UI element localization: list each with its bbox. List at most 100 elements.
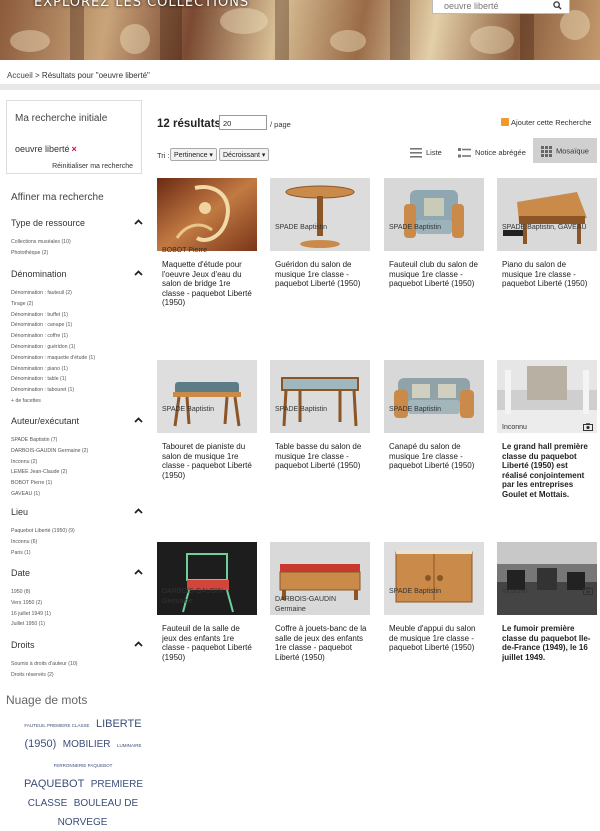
facet-title-text: Lieu xyxy=(11,507,29,517)
facet-option[interactable]: Dénomination : guéridon (1) xyxy=(11,342,143,353)
facet-title[interactable]: Type de ressource xyxy=(11,218,143,230)
result-card[interactable]: Canapé du salon de musique 1re classe - … xyxy=(384,360,484,471)
facet-option[interactable]: Dénomination : tabouret (1) xyxy=(11,385,143,396)
result-title[interactable]: Le fumoir première classe du paquebot Il… xyxy=(497,624,597,662)
cloud-word-link[interactable]: FERRONNERIE PAQUEBOT xyxy=(54,763,113,768)
chevron-up-icon[interactable] xyxy=(134,270,143,276)
facet-title[interactable]: Auteur/exécutant xyxy=(11,416,143,428)
facet-option[interactable]: 16 juillet 1949 (1) xyxy=(11,609,143,620)
facet-option[interactable]: 1950 (8) xyxy=(11,587,143,598)
facet-option[interactable]: Dénomination : table (1) xyxy=(11,374,143,385)
result-title[interactable]: Tabouret de pianiste du salon de musique… xyxy=(157,442,257,480)
facet-option[interactable]: DARBOIS-GAUDIN Germaine (2) xyxy=(11,446,143,457)
cloud-word-link[interactable]: (1950) xyxy=(24,738,56,750)
result-title[interactable]: Maquette d'étude pour l'oeuvre Jeux d'ea… xyxy=(157,260,257,308)
result-title[interactable]: Fauteuil club du salon de musique 1re cl… xyxy=(384,260,484,289)
result-title[interactable]: Meuble d'appui du salon de musique 1re c… xyxy=(384,624,484,653)
facet-option[interactable]: Inconnu (6) xyxy=(11,537,143,548)
facet-option[interactable]: Dénomination : maquette d'étude (1) xyxy=(11,353,143,364)
result-title[interactable]: Canapé du salon de musique 1re classe - … xyxy=(384,442,484,471)
cloud-word-link[interactable]: BOULEAU DE NORVEGE xyxy=(58,798,139,828)
facet-option[interactable]: Dénomination : canape (1) xyxy=(11,320,143,331)
search-input-value: oeuvre liberté xyxy=(444,1,499,11)
facet-title[interactable]: Lieu xyxy=(11,507,143,519)
result-thumbnail[interactable] xyxy=(497,178,597,251)
result-author: SPADE Baptistin xyxy=(389,224,442,231)
result-card[interactable]: Piano du salon de musique 1re classe - p… xyxy=(497,178,597,289)
chevron-up-icon[interactable] xyxy=(134,417,143,423)
facet-option[interactable]: Dénomination : piano (1) xyxy=(11,364,143,375)
cloud-word-link[interactable]: LIBERTE xyxy=(96,718,142,730)
facet-group: Date 1950 (8) Vers 1950 (2) 16 juillet 1949… xyxy=(11,568,143,630)
facet-title-text: Date xyxy=(11,568,31,578)
result-title[interactable]: Fauteuil de la salle de jeux des enfants… xyxy=(157,624,257,662)
facet-option[interactable]: Paris (1) xyxy=(11,548,143,559)
result-title[interactable]: Le grand hall première classe du paquebo… xyxy=(497,442,597,500)
cloud-word-link[interactable]: MOBILIER xyxy=(63,739,111,750)
facet-option[interactable]: Vers 1950 (2) xyxy=(11,598,143,609)
facet-title[interactable]: Date xyxy=(11,568,143,580)
site-title[interactable]: EXPLOREZ LES COLLECTIONS xyxy=(34,0,249,10)
facet-option[interactable]: Photothèque (2) xyxy=(11,248,143,259)
facet-option[interactable]: Tirage (2) xyxy=(11,299,143,310)
result-title[interactable]: Guéridon du salon de musique 1re classe … xyxy=(270,260,370,289)
word-cloud: FAUTEUIL PREMIERE CLASSE LIBERTE (1950) … xyxy=(20,714,146,831)
sort-field-select[interactable]: Pertinence ▾ xyxy=(170,148,217,161)
result-thumbnail[interactable] xyxy=(384,542,484,615)
facet-option[interactable]: LEMEE Jean-Claude (2) xyxy=(11,467,143,478)
facet-option[interactable]: Collections muséales (10) xyxy=(11,237,143,248)
result-thumbnail[interactable] xyxy=(270,360,370,433)
chevron-up-icon[interactable] xyxy=(134,641,143,647)
cloud-word-link[interactable]: FAUTEUIL PREMIERE CLASSE xyxy=(24,723,89,728)
result-title[interactable]: Piano du salon de musique 1re classe - p… xyxy=(497,260,597,289)
view-mosaic-button[interactable]: Mosaïque xyxy=(533,138,597,163)
reset-search-link[interactable]: Réinitialiser ma recherche xyxy=(52,163,133,170)
facet-option[interactable]: Dénomination : buffet (1) xyxy=(11,310,143,321)
result-thumbnail[interactable] xyxy=(270,178,370,251)
facet-option[interactable]: Dénomination : coffre (1) xyxy=(11,331,143,342)
result-author: DARBOIS-GAUDIN Germaine xyxy=(275,596,337,613)
chevron-up-icon[interactable] xyxy=(134,219,143,225)
chevron-up-icon[interactable] xyxy=(134,569,143,575)
facet-option[interactable]: BOBOT Pierre (1) xyxy=(11,478,143,489)
chevron-up-icon[interactable] xyxy=(134,508,143,514)
per-page-input[interactable]: 20 xyxy=(219,115,267,130)
facet-option[interactable]: Droits réservés (2) xyxy=(11,670,143,681)
cloud-word-link[interactable]: PAQUEBOT xyxy=(24,778,84,790)
result-author: SPADE Baptistin xyxy=(162,406,215,413)
result-thumbnail[interactable] xyxy=(384,178,484,251)
remove-term-icon[interactable]: × xyxy=(72,144,77,154)
facet-option[interactable]: Dénomination : fauteuil (2) xyxy=(11,288,143,299)
facet-option[interactable]: Juillet 1950 (1) xyxy=(11,619,143,630)
result-card[interactable]: Maquette d'étude pour l'oeuvre Jeux d'ea… xyxy=(157,178,257,308)
result-thumbnail[interactable] xyxy=(157,178,257,251)
result-title[interactable]: Coffre à jouets-banc de la salle de jeux… xyxy=(270,624,370,662)
breadcrumb-home-link[interactable]: Accueil xyxy=(7,71,33,80)
facet-option[interactable]: Inconnu (2) xyxy=(11,457,143,468)
result-thumbnail[interactable] xyxy=(384,360,484,433)
result-card[interactable]: Guéridon du salon de musique 1re classe … xyxy=(270,178,370,289)
result-thumbnail[interactable] xyxy=(157,360,257,433)
result-card[interactable]: Fauteuil club du salon de musique 1re cl… xyxy=(384,178,484,289)
facet-option[interactable]: GAVEAU (1) xyxy=(11,489,143,500)
result-thumbnail[interactable] xyxy=(497,542,597,615)
view-summary-button[interactable]: Notice abrégée xyxy=(458,148,526,158)
search-input[interactable]: oeuvre liberté xyxy=(432,0,570,14)
cloud-word-link[interactable]: LUMINAIRE xyxy=(117,743,142,748)
facet-option[interactable]: Soumis à droits d'auteur (10) xyxy=(11,659,143,670)
result-card[interactable]: Meuble d'appui du salon de musique 1re c… xyxy=(384,542,484,653)
result-author: DARBOIS-GAUDIN Germaine xyxy=(162,588,224,605)
result-card[interactable]: Le fumoir première classe du paquebot Il… xyxy=(497,542,597,662)
more-facets-link[interactable]: + de facettes xyxy=(11,396,143,407)
facet-title[interactable]: Dénomination xyxy=(11,269,143,281)
result-card[interactable]: Tabouret de pianiste du salon de musique… xyxy=(157,360,257,480)
facet-title[interactable]: Droits xyxy=(11,640,143,652)
facet-option[interactable]: Paquebot Liberté (1950) (9) xyxy=(11,526,143,537)
view-list-button[interactable]: Liste xyxy=(410,148,442,158)
facet-option[interactable]: SPADE Baptistin (7) xyxy=(11,435,143,446)
result-title[interactable]: Table basse du salon de musique 1re clas… xyxy=(270,442,370,471)
result-card[interactable]: Table basse du salon de musique 1re clas… xyxy=(270,360,370,471)
add-search-rss-link[interactable]: Ajouter cette Recherche xyxy=(501,118,591,127)
sort-order-select[interactable]: Décroissant ▾ xyxy=(219,148,270,161)
search-icon[interactable] xyxy=(553,1,562,10)
